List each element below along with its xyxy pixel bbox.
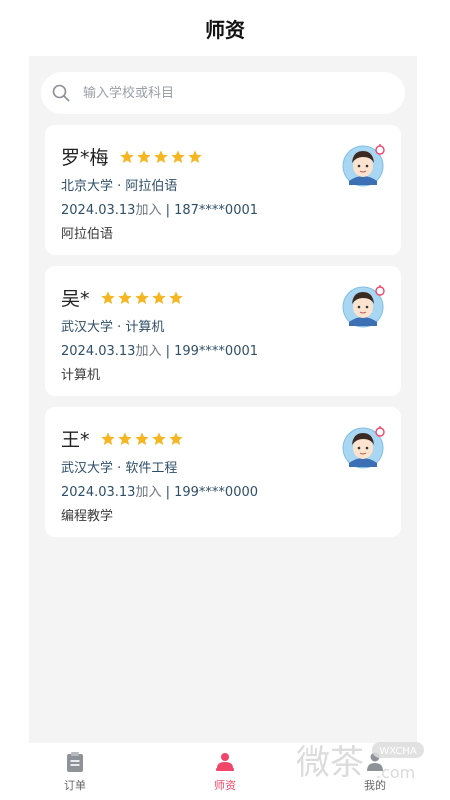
join-date: 2024.03.13 xyxy=(61,344,136,359)
star-icon xyxy=(117,290,132,304)
teacher-name: 吴* xyxy=(61,288,90,310)
tab-orders[interactable]: 订单 xyxy=(0,743,150,800)
phone-number: 187****0001 xyxy=(174,203,259,218)
app-screen: 师资 罗*梅 北京 xyxy=(0,0,450,800)
teacher-name-row: 吴* xyxy=(61,284,185,311)
rating-stars xyxy=(100,290,185,306)
teacher-name-row: 王* xyxy=(61,425,185,452)
tab-mine[interactable]: 我的 xyxy=(300,743,450,800)
star-icon xyxy=(134,431,149,445)
star-icon xyxy=(100,290,115,304)
teacher-card[interactable]: 王* 武汉大学 · 软件工程 2024.03.13加入 | 199****000… xyxy=(45,407,401,537)
star-icon xyxy=(117,431,132,445)
join-info: 2024.03.13加入 | 199****0001 xyxy=(61,340,258,359)
teacher-name: 王* xyxy=(61,429,90,451)
phone-number: 199****0000 xyxy=(174,485,259,500)
join-info: 2024.03.13加入 | 187****0001 xyxy=(61,199,258,218)
join-date: 2024.03.13 xyxy=(61,203,136,218)
star-icon xyxy=(151,431,166,445)
phone-number: 199****0001 xyxy=(174,344,259,359)
star-icon xyxy=(168,431,183,445)
school-major: 北京大学 · 阿拉伯语 xyxy=(61,179,178,194)
star-icon xyxy=(153,149,168,163)
teacher-name-row: 罗*梅 xyxy=(61,143,204,170)
join-info: 2024.03.13加入 | 199****0000 xyxy=(61,481,258,500)
clipboard-icon xyxy=(67,751,83,772)
teacher-avatar[interactable] xyxy=(341,423,387,469)
school-major: 武汉大学 · 计算机 xyxy=(61,320,165,335)
search-input[interactable] xyxy=(81,84,385,102)
teaching-subject: 编程教学 xyxy=(61,509,114,524)
teaching-subject: 阿拉伯语 xyxy=(61,227,114,242)
page-title: 师资 xyxy=(205,17,245,42)
teacher-avatar[interactable] xyxy=(341,141,387,187)
search-icon xyxy=(51,83,71,103)
top-bar: 师资 xyxy=(0,0,450,56)
tab-teachers[interactable]: 师资 xyxy=(150,743,300,800)
teacher-card[interactable]: 吴* 武汉大学 · 计算机 2024.03.13加入 | 199****0001… xyxy=(45,266,401,396)
separator: | xyxy=(161,485,175,500)
rating-stars xyxy=(119,149,204,165)
teacher-card[interactable]: 罗*梅 北京大学 · 阿拉伯语 2024.03.13加入 | 187****00… xyxy=(45,125,401,255)
star-icon xyxy=(136,149,151,163)
bottom-tab-bar: 订单 师资 我的 xyxy=(0,743,450,800)
teacher-icon xyxy=(216,752,234,771)
separator: | xyxy=(161,203,175,218)
rating-stars xyxy=(100,431,185,447)
teaching-subject: 计算机 xyxy=(61,368,101,383)
teacher-name: 罗*梅 xyxy=(61,147,109,169)
join-date: 2024.03.13 xyxy=(61,485,136,500)
teacher-list-area[interactable]: 罗*梅 北京大学 · 阿拉伯语 2024.03.13加入 | 187****00… xyxy=(29,56,417,743)
star-icon xyxy=(168,290,183,304)
join-label: 加入 xyxy=(135,485,162,500)
star-icon xyxy=(100,431,115,445)
tab-label: 师资 xyxy=(214,778,236,792)
tab-label: 我的 xyxy=(364,778,386,792)
star-icon xyxy=(134,290,149,304)
star-icon xyxy=(170,149,185,163)
school-major: 武汉大学 · 软件工程 xyxy=(61,461,178,476)
join-label: 加入 xyxy=(135,344,162,359)
star-icon xyxy=(187,149,202,163)
teacher-avatar[interactable] xyxy=(341,282,387,328)
tab-label: 订单 xyxy=(64,778,86,792)
separator: | xyxy=(161,344,175,359)
join-label: 加入 xyxy=(135,203,162,218)
star-icon xyxy=(151,290,166,304)
star-icon xyxy=(119,149,134,163)
person-icon xyxy=(367,752,383,771)
search-bar[interactable] xyxy=(41,72,405,114)
